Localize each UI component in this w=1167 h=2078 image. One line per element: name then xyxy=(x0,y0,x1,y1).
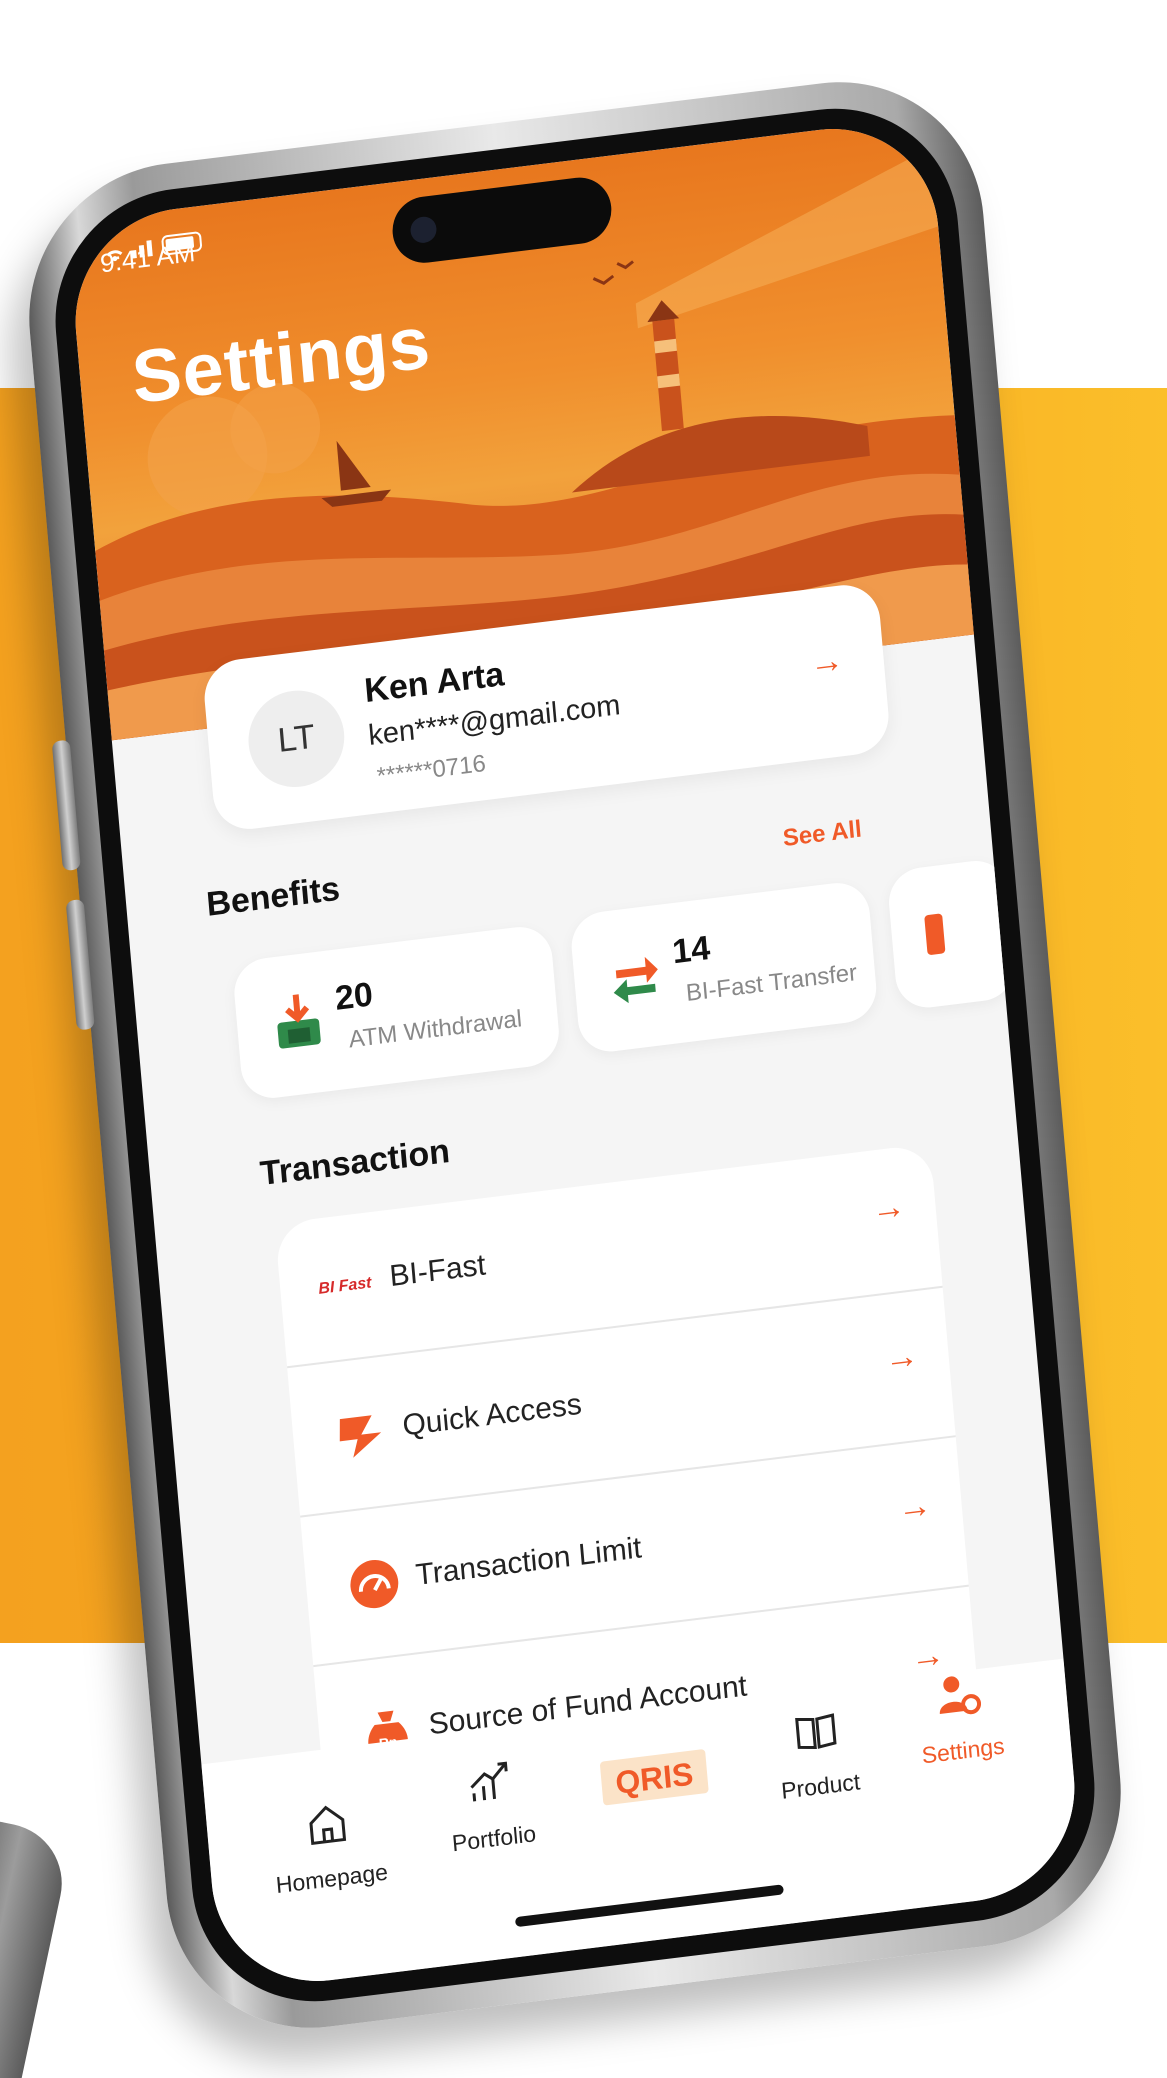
arrow-right-icon[interactable]: → xyxy=(883,1336,920,1379)
bi-fast-logo: BI Fast xyxy=(317,1274,373,1298)
arrow-right-icon[interactable]: → xyxy=(909,1635,946,1678)
benefits-title: Benefits xyxy=(204,869,342,924)
user-gear-icon xyxy=(939,1676,982,1715)
nav-qris[interactable]: QRIS xyxy=(597,1745,711,1810)
profile-arrow-icon[interactable]: → xyxy=(808,641,845,684)
nav-settings[interactable]: Settings xyxy=(887,1663,1034,1773)
profile-account-number: ******0716 xyxy=(375,749,487,791)
app-screen: 9:41 AM Settings LT Ken Arta ken****@gma… xyxy=(66,116,1084,1994)
phone-mockup: 9:41 AM Settings LT Ken Arta ken****@gma… xyxy=(16,65,1134,2045)
avatar: LT xyxy=(244,685,349,793)
list-item-label: BI-Fast xyxy=(388,1248,488,1294)
arrow-right-icon[interactable]: → xyxy=(896,1486,933,1529)
see-all-link[interactable]: See All xyxy=(782,816,863,854)
transfer-icon xyxy=(613,956,658,1004)
promo-stage: 9:41 AM Settings LT Ken Arta ken****@gma… xyxy=(0,0,1167,2078)
nav-label: Settings xyxy=(920,1732,1006,1769)
book-icon xyxy=(795,1713,837,1749)
nav-label: Homepage xyxy=(274,1858,389,1899)
benefit-count: 14 xyxy=(670,928,712,972)
nav-product[interactable]: Product xyxy=(744,1699,891,1809)
nav-label: Portfolio xyxy=(450,1820,537,1857)
list-item-label: Transaction Limit xyxy=(414,1531,643,1592)
secondary-phone-edge xyxy=(0,1810,73,2078)
benefit-card-bifast[interactable]: 14 BI-Fast Transfer xyxy=(568,879,879,1056)
benefit-count: 20 xyxy=(333,975,375,1018)
quick-access-icon xyxy=(339,1415,382,1458)
list-item-label: Quick Access xyxy=(401,1387,583,1443)
home-indicator xyxy=(514,1884,784,1928)
transaction-title: Transaction xyxy=(258,1132,452,1194)
benefit-partial-icon xyxy=(924,913,946,956)
qris-logo: QRIS xyxy=(600,1749,709,1806)
nav-label: Product xyxy=(780,1768,862,1804)
speedometer-icon xyxy=(350,1560,399,1609)
nav-homepage[interactable]: Homepage xyxy=(255,1791,402,1901)
benefit-card-atm[interactable]: 20 ATM Withdrawal xyxy=(231,923,562,1102)
atm-withdrawal-icon xyxy=(277,994,321,1049)
home-icon xyxy=(309,1805,347,1846)
profile-name: Ken Arta xyxy=(362,655,506,711)
nav-portfolio[interactable]: Portfolio xyxy=(418,1751,565,1861)
arrow-right-icon[interactable]: → xyxy=(870,1187,907,1230)
chart-icon xyxy=(470,1761,508,1802)
